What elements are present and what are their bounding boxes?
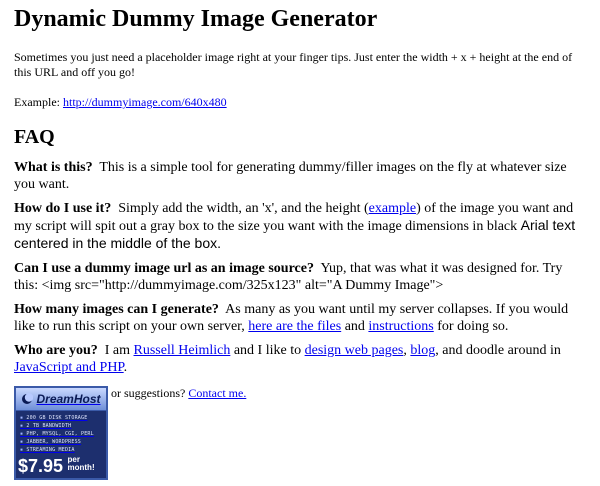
banner-feature: 200 GB DISK STORAGE <box>20 414 106 422</box>
price-period: per month! <box>68 456 95 472</box>
faq-answer: and <box>341 319 369 334</box>
intro-text: Sometimes you just need a placeholder im… <box>14 50 573 79</box>
faq-answer: for doing so. <box>433 319 509 334</box>
faq-question: How do I use it? <box>14 201 112 216</box>
banner-feature: 2 TB BANDWIDTH <box>20 422 106 430</box>
faq-question: How many images can I generate? <box>14 302 219 317</box>
faq-question: What is this? <box>14 160 93 175</box>
author-link[interactable]: Russell Heimlich <box>134 343 231 358</box>
faq-answer: , and doodle around in <box>435 343 561 358</box>
faq-item-how: How do I use it? Simply add the width, a… <box>14 200 586 253</box>
instructions-link[interactable]: instructions <box>368 319 433 334</box>
faq-list: What is this? This is a simple tool for … <box>14 159 586 376</box>
faq-heading: FAQ <box>14 126 55 148</box>
blog-link[interactable]: blog <box>410 343 435 358</box>
price-month: month! <box>67 463 95 472</box>
faq-item-how-many: How many images can I generate? As many … <box>14 301 586 335</box>
example-link[interactable]: example <box>369 201 416 216</box>
contact-link[interactable]: Contact me. <box>188 386 246 400</box>
example-url-link[interactable]: http://dummyimage.com/640x480 <box>63 95 227 109</box>
faq-item-who: Who are you? I am Russell Heimlich and I… <box>14 342 586 376</box>
faq-answer: . <box>123 360 128 375</box>
moon-icon <box>22 393 34 404</box>
banner-feature: JABBER, WORDPRESS <box>20 438 106 446</box>
faq-answer: Simply add the width, an 'x', and the he… <box>118 201 369 216</box>
faq-answer: This is a simple tool for generating dum… <box>14 160 567 192</box>
banner-features: 200 GB DISK STORAGE 2 TB BANDWIDTH PHP, … <box>16 414 106 454</box>
example-line: Example: http://dummyimage.com/640x480 <box>14 95 586 110</box>
faq-answer: and I like to <box>230 343 305 358</box>
example-label: Example: <box>14 95 63 109</box>
banner-feature: STREAMING MEDIA <box>20 446 106 454</box>
faq-question: Can I use a dummy image url as an image … <box>14 261 314 276</box>
javascript-php-link[interactable]: JavaScript and PHP <box>14 360 124 375</box>
page: Dynamic Dummy Image Generator Sometimes … <box>0 0 600 401</box>
faq-question: Who are you? <box>14 343 98 358</box>
dreamhost-banner[interactable]: DreamHost 200 GB DISK STORAGE 2 TB BANDW… <box>14 386 108 480</box>
banner-price: $7.95 per month! <box>18 456 95 477</box>
banner-header: DreamHost <box>16 388 106 411</box>
banner-feature: PHP, MYSQL, CGI, PERL <box>20 430 106 438</box>
design-link[interactable]: design web pages <box>305 343 404 358</box>
faq-answer: I am <box>104 343 134 358</box>
page-title: Dynamic Dummy Image Generator <box>14 6 378 32</box>
faq-item-what: What is this? This is a simple tool for … <box>14 159 586 193</box>
banner-brand: DreamHost <box>36 392 101 406</box>
faq-item-image-source: Can I use a dummy image url as an image … <box>14 260 586 294</box>
files-link[interactable]: here are the files <box>248 319 341 334</box>
price-amount: $7.95 <box>18 456 64 476</box>
